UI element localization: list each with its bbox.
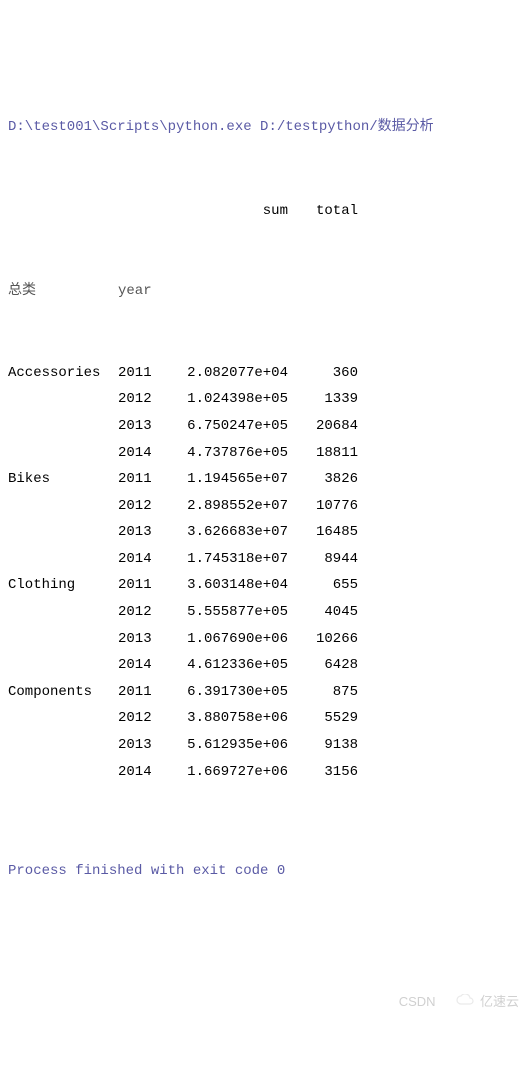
cell-category: Components xyxy=(8,679,118,706)
table-row: 20133.626683e+0716485 xyxy=(8,519,519,546)
column-header-row: sum total xyxy=(8,198,519,225)
watermark-csdn: CSDN xyxy=(399,990,436,1015)
cell-sum: 5.555877e+05 xyxy=(168,599,298,626)
cell-total: 3156 xyxy=(298,759,358,786)
cell-total: 655 xyxy=(298,572,358,599)
cell-sum: 1.067690e+06 xyxy=(168,626,298,653)
cell-total: 18811 xyxy=(298,440,358,467)
index-blank-sum xyxy=(168,278,298,305)
cell-category: Bikes xyxy=(8,466,118,493)
cell-year: 2014 xyxy=(118,652,168,679)
cell-sum: 3.603148e+04 xyxy=(168,572,298,599)
cell-category xyxy=(8,386,118,413)
table-row: 20135.612935e+069138 xyxy=(8,732,519,759)
cell-category xyxy=(8,759,118,786)
index-names-row: 总类 year xyxy=(8,278,519,305)
cell-sum: 1.194565e+07 xyxy=(168,466,298,493)
command-line: D:\test001\Scripts\python.exe D:/testpyt… xyxy=(8,114,519,141)
cell-category xyxy=(8,599,118,626)
cell-total: 360 xyxy=(298,360,358,387)
cell-category xyxy=(8,413,118,440)
cell-year: 2013 xyxy=(118,413,168,440)
cell-category xyxy=(8,732,118,759)
cell-category xyxy=(8,652,118,679)
cell-year: 2011 xyxy=(118,679,168,706)
table-row: Accessories20112.082077e+04360 xyxy=(8,360,519,387)
cloud-icon xyxy=(442,965,474,1039)
cell-category xyxy=(8,626,118,653)
cell-category xyxy=(8,493,118,520)
cell-sum: 3.626683e+07 xyxy=(168,519,298,546)
cell-sum: 6.391730e+05 xyxy=(168,679,298,706)
header-blank-year xyxy=(118,198,168,225)
table-row: 20141.669727e+063156 xyxy=(8,759,519,786)
table-row: 20122.898552e+0710776 xyxy=(8,493,519,520)
table-row: 20144.612336e+056428 xyxy=(8,652,519,679)
cell-category xyxy=(8,440,118,467)
cell-total: 16485 xyxy=(298,519,358,546)
table-row: 20141.745318e+078944 xyxy=(8,546,519,573)
cell-year: 2013 xyxy=(118,519,168,546)
table-row: Clothing20113.603148e+04655 xyxy=(8,572,519,599)
cell-year: 2012 xyxy=(118,599,168,626)
cell-category xyxy=(8,705,118,732)
cell-total: 9138 xyxy=(298,732,358,759)
table-row: 20121.024398e+051339 xyxy=(8,386,519,413)
table-row: Components20116.391730e+05875 xyxy=(8,679,519,706)
cell-year: 2014 xyxy=(118,759,168,786)
cell-category: Accessories xyxy=(8,360,118,387)
cell-category xyxy=(8,546,118,573)
table-row: 20144.737876e+0518811 xyxy=(8,440,519,467)
cell-total: 10776 xyxy=(298,493,358,520)
cell-sum: 4.737876e+05 xyxy=(168,440,298,467)
table-row: 20136.750247e+0520684 xyxy=(8,413,519,440)
table-row: 20123.880758e+065529 xyxy=(8,705,519,732)
cell-category xyxy=(8,519,118,546)
cell-year: 2011 xyxy=(118,466,168,493)
cell-sum: 2.082077e+04 xyxy=(168,360,298,387)
cell-total: 3826 xyxy=(298,466,358,493)
cell-sum: 1.024398e+05 xyxy=(168,386,298,413)
cell-total: 1339 xyxy=(298,386,358,413)
cell-total: 875 xyxy=(298,679,358,706)
header-blank-cat xyxy=(8,198,118,225)
cell-year: 2013 xyxy=(118,732,168,759)
header-sum: sum xyxy=(168,198,298,225)
cell-total: 20684 xyxy=(298,413,358,440)
table-row: 20131.067690e+0610266 xyxy=(8,626,519,653)
cell-total: 10266 xyxy=(298,626,358,653)
cell-total: 5529 xyxy=(298,705,358,732)
data-rows-container: Accessories20112.082077e+0436020121.0243… xyxy=(8,360,519,786)
index-year-label: year xyxy=(118,278,168,305)
cell-total: 6428 xyxy=(298,652,358,679)
cell-category: Clothing xyxy=(8,572,118,599)
cell-sum: 1.745318e+07 xyxy=(168,546,298,573)
exit-message: Process finished with exit code 0 xyxy=(8,858,519,885)
header-total: total xyxy=(298,198,358,225)
cell-sum: 1.669727e+06 xyxy=(168,759,298,786)
cell-sum: 5.612935e+06 xyxy=(168,732,298,759)
table-row: 20125.555877e+054045 xyxy=(8,599,519,626)
cell-year: 2014 xyxy=(118,546,168,573)
cell-year: 2014 xyxy=(118,440,168,467)
index-blank-total xyxy=(298,278,358,305)
cell-year: 2011 xyxy=(118,572,168,599)
cell-sum: 3.880758e+06 xyxy=(168,705,298,732)
cell-year: 2012 xyxy=(118,493,168,520)
index-category-label: 总类 xyxy=(8,278,118,305)
cell-total: 8944 xyxy=(298,546,358,573)
cell-sum: 6.750247e+05 xyxy=(168,413,298,440)
cell-year: 2012 xyxy=(118,705,168,732)
cell-year: 2013 xyxy=(118,626,168,653)
cell-year: 2011 xyxy=(118,360,168,387)
watermark: CSDN 亿速云 xyxy=(399,965,519,1039)
table-row: Bikes20111.194565e+073826 xyxy=(8,466,519,493)
watermark-yisu: 亿速云 xyxy=(480,990,519,1015)
cell-total: 4045 xyxy=(298,599,358,626)
cell-sum: 2.898552e+07 xyxy=(168,493,298,520)
cell-sum: 4.612336e+05 xyxy=(168,652,298,679)
cell-year: 2012 xyxy=(118,386,168,413)
